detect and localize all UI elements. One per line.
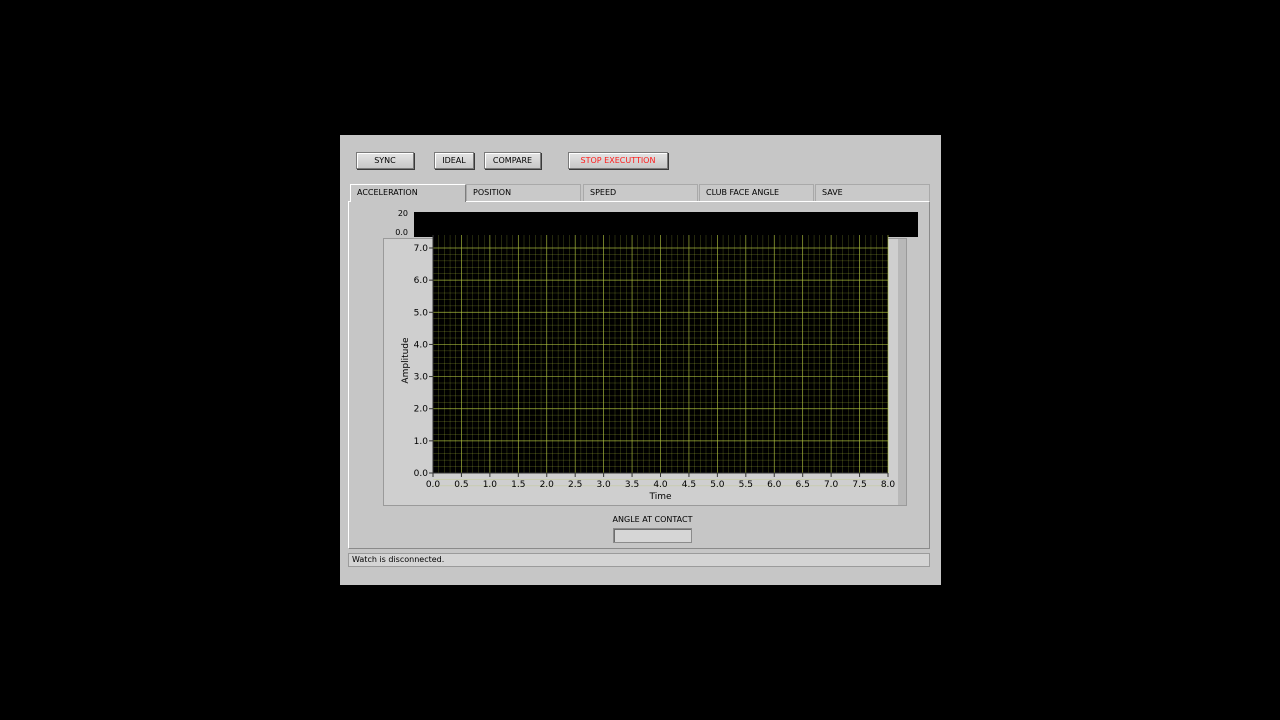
x-tick-label: 2.0 <box>540 480 555 490</box>
x-tick-label: 0.5 <box>454 480 468 490</box>
y-axis-label: Amplitude <box>401 337 411 384</box>
main-panel: SYNC IDEAL COMPARE STOP EXECUTTION ACCEL… <box>340 135 941 585</box>
x-tick-label: 4.5 <box>682 480 696 490</box>
x-tick-label: 0.0 <box>426 480 441 490</box>
x-tick-label: 4.0 <box>653 480 668 490</box>
x-axis-label: Time <box>648 492 671 502</box>
x-tick-label: 5.5 <box>739 480 753 490</box>
x-tick-label: 8.0 <box>881 480 896 490</box>
y-tick-label: 3.0 <box>414 373 429 383</box>
y-tick-label: 2.0 <box>414 405 429 415</box>
y-tick-label: 7.0 <box>414 244 429 254</box>
x-tick-label: 1.0 <box>483 480 498 490</box>
y-tick-label: 4.0 <box>414 340 429 350</box>
x-tick-label: 3.5 <box>625 480 639 490</box>
x-tick-label: 6.5 <box>796 480 810 490</box>
y-tick-label: 6.0 <box>414 276 429 286</box>
x-tick-label: 1.5 <box>511 480 525 490</box>
x-tick-label: 2.5 <box>568 480 582 490</box>
y-tick-label: 0.0 <box>414 469 429 479</box>
x-tick-label: 3.0 <box>596 480 611 490</box>
x-tick-label: 6.0 <box>767 480 782 490</box>
status-bar: Watch is disconnected. <box>348 553 930 567</box>
x-tick-label: 5.0 <box>710 480 725 490</box>
tab-acceleration[interactable]: ACCELERATION <box>350 184 466 202</box>
angle-at-contact-indicator <box>613 528 692 543</box>
angle-at-contact-label: ANGLE AT CONTACT <box>612 515 693 524</box>
x-tick-label: 7.5 <box>852 480 866 490</box>
x-tick-label: 7.0 <box>824 480 839 490</box>
y-tick-label: 1.0 <box>414 437 429 447</box>
y-tick-label: 5.0 <box>414 308 429 318</box>
